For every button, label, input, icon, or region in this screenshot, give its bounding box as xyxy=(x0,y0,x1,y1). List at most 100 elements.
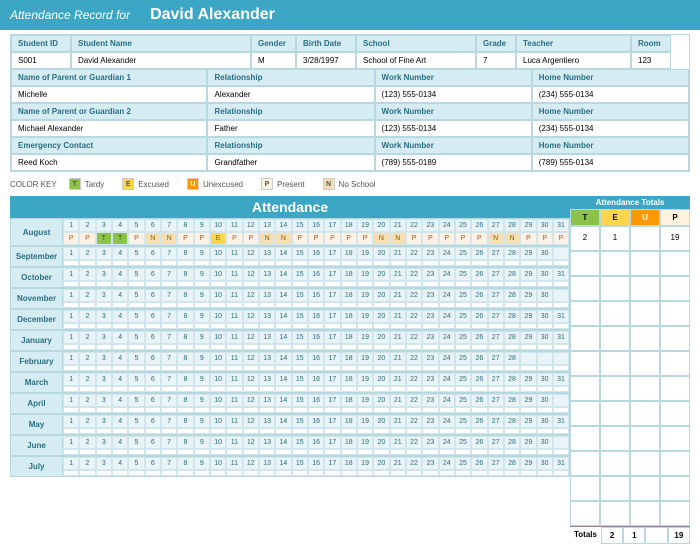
attendance-cell[interactable] xyxy=(259,281,275,287)
attendance-cell[interactable] xyxy=(128,365,144,371)
attendance-cell[interactable] xyxy=(96,470,112,476)
attendance-cell[interactable] xyxy=(455,323,471,329)
attendance-cell[interactable] xyxy=(161,323,177,329)
attendance-cell[interactable] xyxy=(194,344,210,350)
attendance-cell[interactable] xyxy=(324,260,340,266)
attendance-cell[interactable] xyxy=(488,449,504,455)
attendance-cell[interactable] xyxy=(357,260,373,266)
attendance-cell[interactable] xyxy=(439,302,455,308)
attendance-cell[interactable] xyxy=(504,260,520,266)
attendance-cell[interactable] xyxy=(504,386,520,392)
attendance-cell[interactable] xyxy=(161,407,177,413)
attendance-cell[interactable] xyxy=(259,407,275,413)
attendance-cell[interactable] xyxy=(406,449,422,455)
attendance-cell[interactable] xyxy=(194,407,210,413)
attendance-cell[interactable] xyxy=(210,323,226,329)
attendance-cell[interactable] xyxy=(455,407,471,413)
attendance-cell[interactable] xyxy=(341,365,357,371)
attendance-cell[interactable] xyxy=(406,386,422,392)
attendance-cell[interactable] xyxy=(504,365,520,371)
attendance-cell[interactable] xyxy=(520,470,536,476)
attendance-cell[interactable] xyxy=(96,365,112,371)
attendance-cell[interactable] xyxy=(96,260,112,266)
attendance-cell[interactable] xyxy=(243,407,259,413)
attendance-cell[interactable] xyxy=(324,323,340,329)
attendance-cell[interactable] xyxy=(373,260,389,266)
attendance-cell[interactable] xyxy=(390,344,406,350)
attendance-cell[interactable] xyxy=(422,365,438,371)
attendance-cell[interactable] xyxy=(177,365,193,371)
attendance-cell[interactable] xyxy=(259,260,275,266)
attendance-cell[interactable] xyxy=(488,323,504,329)
attendance-cell[interactable] xyxy=(243,470,259,476)
attendance-cell[interactable] xyxy=(504,407,520,413)
attendance-cell[interactable] xyxy=(145,260,161,266)
attendance-cell[interactable] xyxy=(243,428,259,434)
attendance-cell[interactable] xyxy=(373,344,389,350)
attendance-cell[interactable] xyxy=(373,386,389,392)
attendance-cell[interactable] xyxy=(194,428,210,434)
attendance-cell[interactable] xyxy=(471,407,487,413)
attendance-cell[interactable]: P xyxy=(324,232,340,245)
attendance-cell[interactable] xyxy=(161,428,177,434)
attendance-cell[interactable] xyxy=(455,365,471,371)
attendance-cell[interactable] xyxy=(161,365,177,371)
attendance-cell[interactable] xyxy=(504,344,520,350)
attendance-cell[interactable]: T xyxy=(112,232,128,245)
attendance-cell[interactable] xyxy=(455,386,471,392)
attendance-cell[interactable]: P xyxy=(177,232,193,245)
attendance-cell[interactable] xyxy=(406,428,422,434)
attendance-cell[interactable] xyxy=(537,365,553,371)
attendance-cell[interactable] xyxy=(406,302,422,308)
attendance-cell[interactable] xyxy=(275,344,291,350)
attendance-cell[interactable] xyxy=(471,281,487,287)
attendance-cell[interactable] xyxy=(520,449,536,455)
attendance-cell[interactable] xyxy=(357,365,373,371)
attendance-cell[interactable] xyxy=(357,470,373,476)
attendance-cell[interactable] xyxy=(324,407,340,413)
attendance-cell[interactable] xyxy=(79,344,95,350)
attendance-cell[interactable] xyxy=(128,260,144,266)
attendance-cell[interactable]: P xyxy=(455,232,471,245)
attendance-cell[interactable] xyxy=(553,344,569,350)
attendance-cell[interactable] xyxy=(553,407,569,413)
attendance-cell[interactable] xyxy=(210,260,226,266)
attendance-cell[interactable] xyxy=(373,470,389,476)
attendance-cell[interactable] xyxy=(194,302,210,308)
attendance-cell[interactable] xyxy=(537,344,553,350)
attendance-cell[interactable]: N xyxy=(275,232,291,245)
attendance-cell[interactable] xyxy=(194,365,210,371)
attendance-cell[interactable] xyxy=(161,470,177,476)
attendance-cell[interactable] xyxy=(145,449,161,455)
attendance-cell[interactable] xyxy=(373,449,389,455)
attendance-cell[interactable] xyxy=(210,302,226,308)
attendance-cell[interactable] xyxy=(504,281,520,287)
attendance-cell[interactable] xyxy=(177,428,193,434)
attendance-cell[interactable] xyxy=(390,449,406,455)
attendance-cell[interactable] xyxy=(520,407,536,413)
attendance-cell[interactable] xyxy=(177,260,193,266)
attendance-cell[interactable] xyxy=(422,281,438,287)
attendance-cell[interactable] xyxy=(488,260,504,266)
attendance-cell[interactable] xyxy=(504,323,520,329)
attendance-cell[interactable]: N xyxy=(145,232,161,245)
attendance-cell[interactable] xyxy=(341,281,357,287)
attendance-cell[interactable] xyxy=(357,344,373,350)
attendance-cell[interactable] xyxy=(259,344,275,350)
attendance-cell[interactable] xyxy=(341,344,357,350)
attendance-cell[interactable] xyxy=(79,449,95,455)
attendance-cell[interactable] xyxy=(553,386,569,392)
attendance-cell[interactable] xyxy=(259,470,275,476)
attendance-cell[interactable] xyxy=(226,470,242,476)
attendance-cell[interactable] xyxy=(275,470,291,476)
attendance-cell[interactable] xyxy=(96,386,112,392)
attendance-cell[interactable] xyxy=(128,302,144,308)
attendance-cell[interactable] xyxy=(488,344,504,350)
attendance-cell[interactable]: P xyxy=(308,232,324,245)
attendance-cell[interactable]: N xyxy=(390,232,406,245)
attendance-cell[interactable] xyxy=(504,449,520,455)
attendance-cell[interactable] xyxy=(292,470,308,476)
attendance-cell[interactable] xyxy=(194,260,210,266)
attendance-cell[interactable] xyxy=(145,323,161,329)
attendance-cell[interactable] xyxy=(406,281,422,287)
